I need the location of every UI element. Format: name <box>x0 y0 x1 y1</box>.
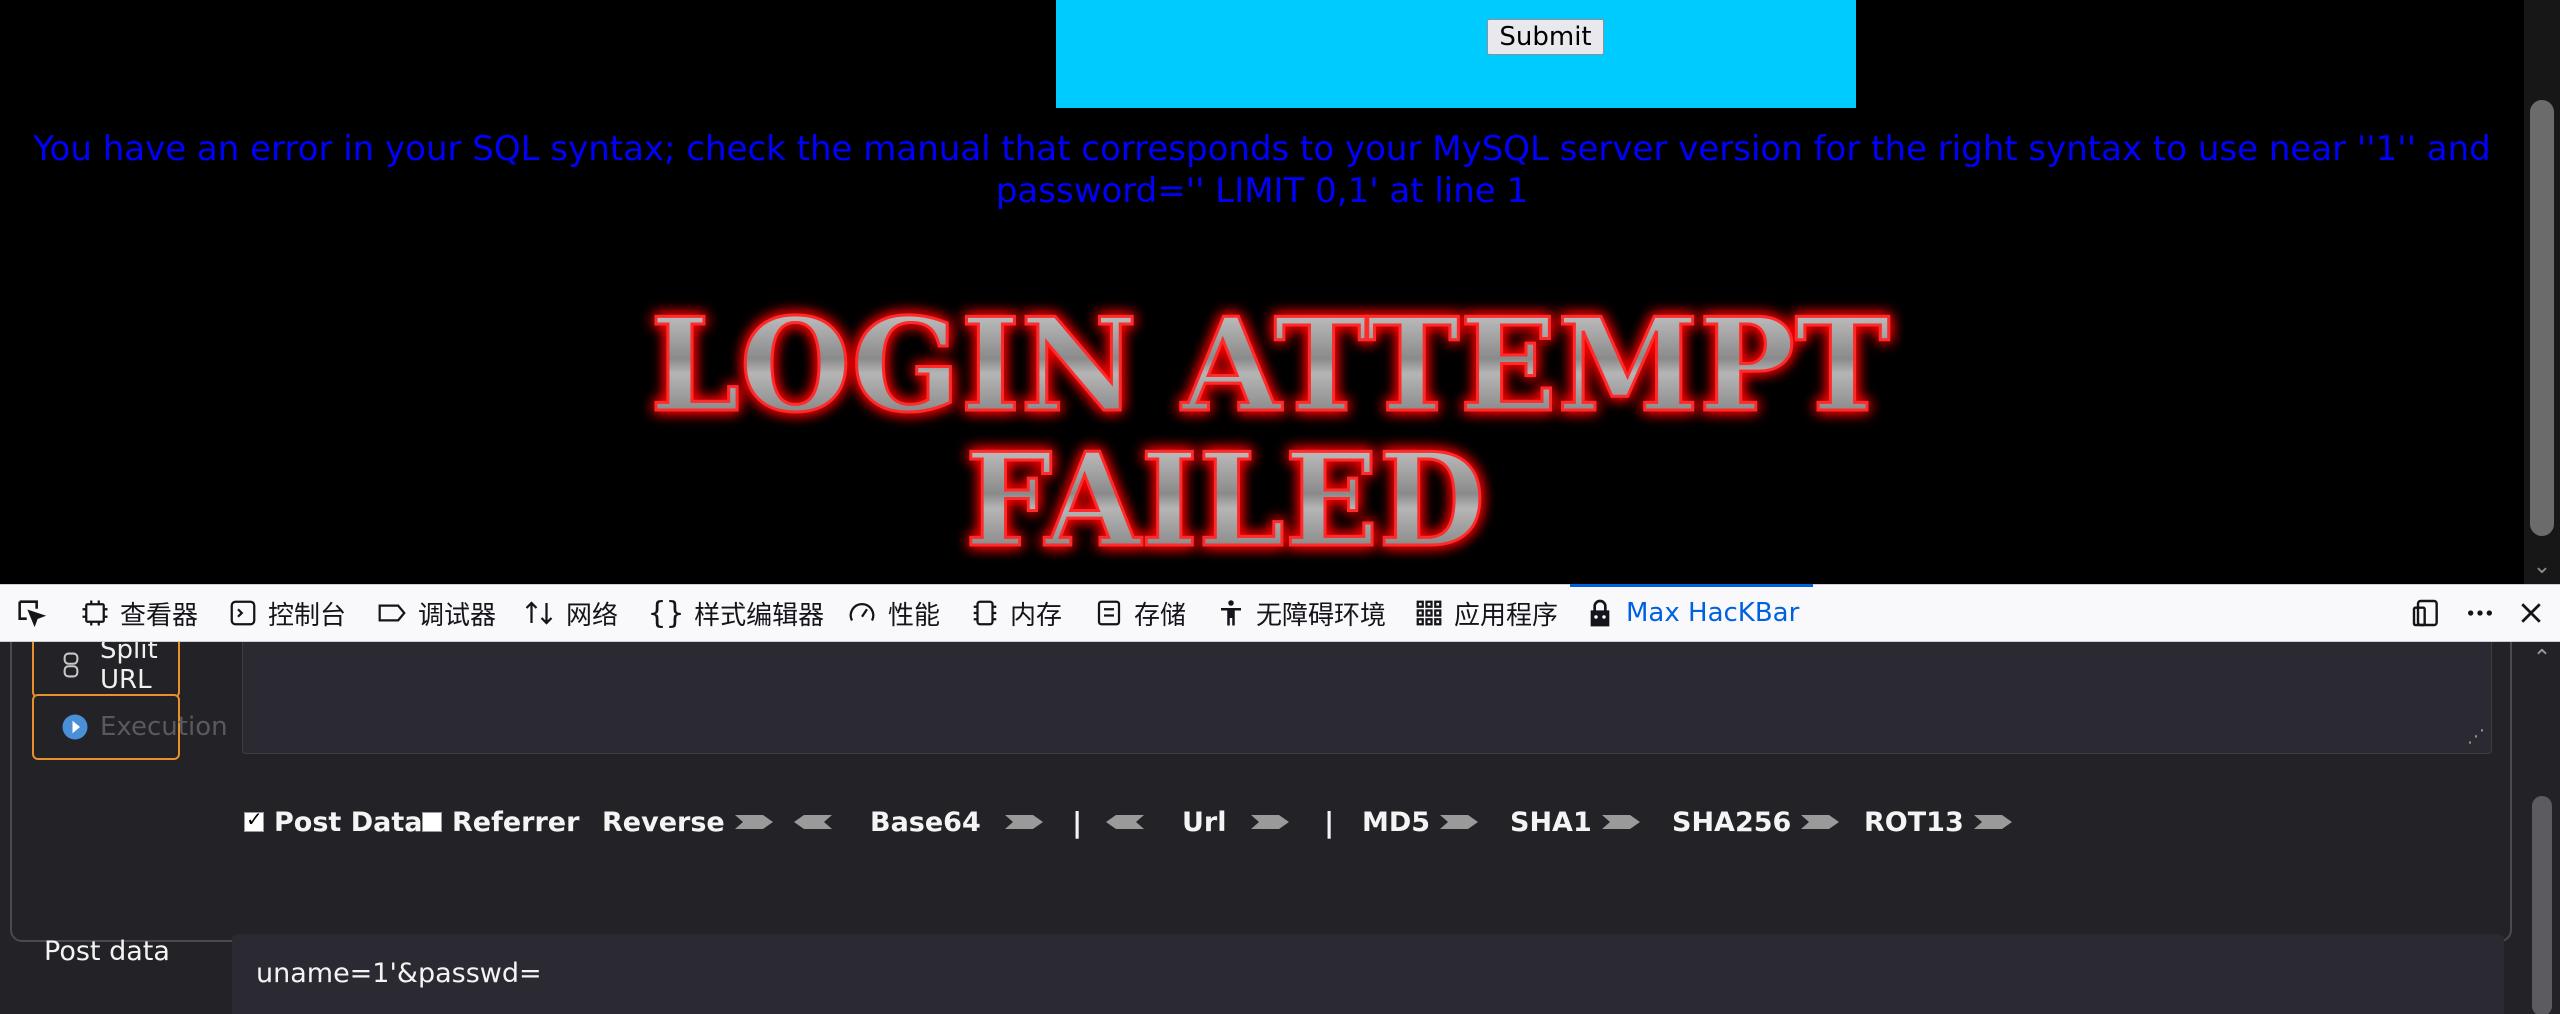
toolbar-separator: | <box>1324 805 1335 839</box>
close-icon <box>2521 603 2541 623</box>
inspector-icon <box>82 600 108 626</box>
resize-grip-icon[interactable]: ⋰ <box>2467 726 2485 747</box>
login-failed-banner: LOGIN ATTEMPT FAILED <box>649 290 1892 578</box>
page-scrollbar[interactable]: ⌄ <box>2524 0 2560 584</box>
tab-style-editor[interactable]: {} 样式编辑器 <box>648 585 824 641</box>
split-icon <box>63 652 79 678</box>
rot13-button[interactable]: ROT13 <box>1864 802 2014 842</box>
dock-side-icon <box>2412 599 2438 627</box>
submit-button[interactable]: Submit <box>1487 19 1604 55</box>
post-data-toggle[interactable]: Post Data <box>244 802 422 842</box>
style-editor-icon: {} <box>648 595 685 631</box>
more-options-button[interactable] <box>2462 585 2498 641</box>
scroll-up-arrow-icon[interactable]: ⌃ <box>2524 646 2560 671</box>
sha1-button[interactable]: SHA1 <box>1510 802 1642 842</box>
toolbar-separator: | <box>1072 805 1083 839</box>
tab-console[interactable]: 控制台 <box>228 585 346 641</box>
tab-network[interactable]: 网络 <box>522 585 618 641</box>
accessibility-icon <box>1221 600 1241 626</box>
tab-max-hackbar[interactable]: Max HacKBar <box>1569 584 1814 641</box>
storage-icon <box>1097 600 1121 626</box>
tab-accessibility[interactable]: 无障碍环境 <box>1216 585 1386 641</box>
arrow-left-icon <box>794 815 832 829</box>
scroll-down-arrow-icon[interactable]: ⌄ <box>2524 554 2560 579</box>
url-decode-button[interactable] <box>1104 802 1146 842</box>
url-textarea[interactable]: ⋰ <box>242 642 2492 754</box>
post-data-input[interactable]: uname=1'&passwd= <box>232 934 2504 1014</box>
element-picker-button[interactable] <box>14 585 58 641</box>
hackbar-scrollbar[interactable]: ⌃ <box>2524 642 2560 1014</box>
split-url-button[interactable]: Split URL <box>32 642 180 698</box>
console-icon <box>230 600 256 626</box>
sql-error-message: You have an error in your SQL syntax; ch… <box>33 129 2491 211</box>
arrow-right-icon <box>1440 815 1479 829</box>
performance-icon <box>849 603 875 622</box>
sha256-button[interactable]: SHA256 <box>1672 802 1841 842</box>
md5-button[interactable]: MD5 <box>1362 802 1480 842</box>
web-page: Submit You have an error in your SQL syn… <box>0 0 2560 584</box>
post-data-checkbox[interactable] <box>244 807 264 832</box>
tab-performance[interactable]: 性能 <box>846 585 940 641</box>
referrer-checkbox[interactable] <box>422 812 442 832</box>
tab-storage[interactable]: 存储 <box>1094 585 1186 641</box>
tab-debugger[interactable]: 调试器 <box>376 585 496 641</box>
tab-memory[interactable]: 内存 <box>970 585 1062 641</box>
url-encode-button[interactable]: Url <box>1182 802 1291 842</box>
arrow-right-icon <box>1601 815 1640 829</box>
decode-left-button[interactable] <box>792 802 834 842</box>
arrow-right-icon <box>1973 815 2012 829</box>
banner-line-2: FAILED <box>965 426 1485 576</box>
close-devtools-button[interactable] <box>2516 585 2546 641</box>
application-icon <box>1416 600 1442 626</box>
page-scrollbar-thumb[interactable] <box>2530 100 2554 536</box>
hackbar-encoding-toolbar: Post Data Referrer Reverse Base64 | Url … <box>242 802 2442 842</box>
reverse-button[interactable]: Reverse <box>602 802 775 842</box>
devtools-toolbar: 查看器 控制台 调试器 网络 {} 样式编辑器 性能 内存 存储 无障碍环境 应… <box>0 584 2560 642</box>
more-icon <box>2468 610 2492 616</box>
tab-inspector[interactable]: 查看器 <box>80 585 198 641</box>
arrow-right-icon <box>1801 815 1840 829</box>
hackbar-icon <box>1590 599 1610 627</box>
hackbar-scrollbar-thumb[interactable] <box>2532 796 2552 1014</box>
debugger-icon <box>378 604 406 622</box>
element-picker-icon <box>18 600 47 628</box>
tab-application[interactable]: 应用程序 <box>1414 585 1558 641</box>
arrow-right-icon <box>734 815 773 829</box>
arrow-right-icon <box>1004 815 1043 829</box>
arrow-right-icon <box>1250 815 1289 829</box>
execution-button[interactable]: Execution <box>32 694 228 760</box>
hackbar-panel: Split URL Execution ⋰ Post Data Referrer… <box>0 642 2560 1014</box>
referrer-toggle[interactable]: Referrer <box>422 802 579 842</box>
play-icon <box>62 714 88 740</box>
dock-toggle-button[interactable] <box>2410 585 2442 641</box>
post-data-label: Post data <box>44 936 170 967</box>
arrow-left-icon <box>1106 815 1144 829</box>
login-form-panel <box>1056 0 1856 108</box>
memory-icon <box>973 600 997 626</box>
banner-line-1: LOGIN ATTEMPT <box>650 291 1890 441</box>
base64-encode-button[interactable]: Base64 <box>870 802 1045 842</box>
network-icon <box>525 601 553 625</box>
